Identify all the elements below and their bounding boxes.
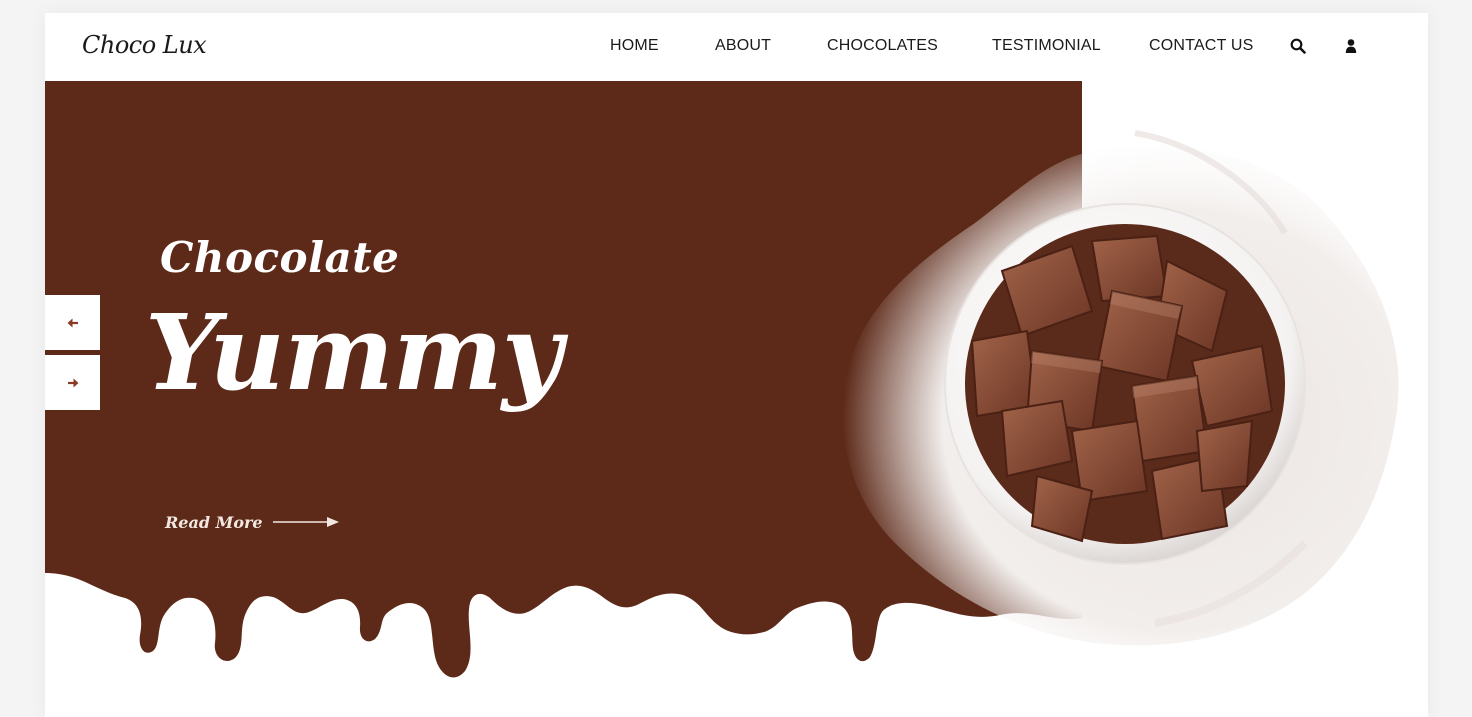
nav-chocolates[interactable]: CHOCOLATES	[827, 37, 938, 55]
chocolate-bowl-image	[944, 203, 1306, 565]
user-icon[interactable]	[1343, 38, 1359, 54]
long-arrow-right-icon	[272, 517, 339, 527]
arrow-left-icon	[67, 318, 78, 327]
read-more-label: Read More	[165, 512, 263, 532]
slider-prev-button[interactable]	[45, 295, 100, 350]
arrow-right-icon	[67, 378, 78, 387]
nav-testimonial[interactable]: TESTIMONIAL	[992, 37, 1101, 55]
nav-contact-us[interactable]: CONTACT US	[1149, 37, 1254, 55]
search-icon[interactable]	[1290, 38, 1306, 54]
hero-script-title: Chocolate	[160, 233, 400, 282]
page-container: Choco Lux HOME ABOUT CHOCOLATES TESTIMON…	[45, 13, 1428, 717]
brand-logo[interactable]: Choco Lux	[82, 31, 207, 59]
read-more-link[interactable]: Read More	[165, 510, 339, 534]
hero-big-title: Yummy	[145, 291, 562, 414]
slider-next-button[interactable]	[45, 355, 100, 410]
nav-about[interactable]: ABOUT	[715, 37, 771, 55]
nav-home[interactable]: HOME	[610, 37, 659, 55]
